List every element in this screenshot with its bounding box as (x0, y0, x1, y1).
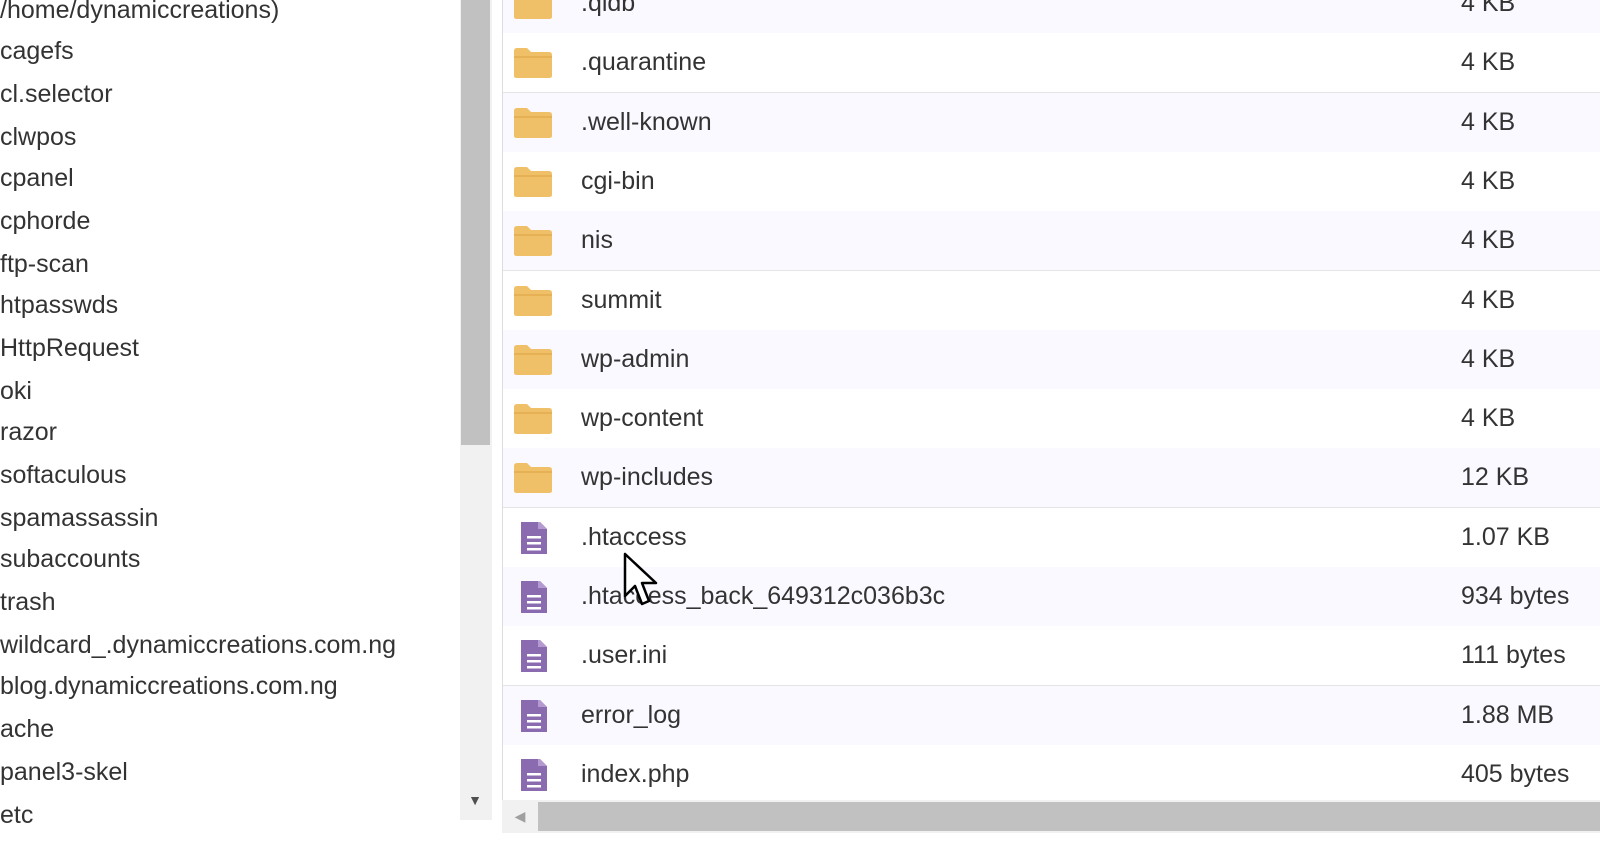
file-size: 12 KB (1461, 463, 1530, 492)
tree-item[interactable]: wildcard_.dynamiccreations.com.ng (0, 625, 396, 665)
file-name[interactable]: error_log (581, 686, 681, 745)
file-name[interactable]: .user.ini (581, 626, 667, 685)
folder-icon (513, 225, 553, 257)
tree-item[interactable]: /home/dynamiccreations) (0, 0, 279, 30)
tree-item[interactable]: cpanel (0, 158, 74, 198)
file-row[interactable]: nis 4 KB (503, 211, 1600, 272)
file-size: 934 bytes (1461, 582, 1570, 610)
bottom-strip (502, 833, 1600, 852)
tree-item[interactable]: clwpos (0, 117, 76, 157)
folder-icon (513, 166, 553, 198)
file-row[interactable]: wp-content 4 KB (503, 389, 1600, 450)
file-size: 4 KB (1461, 107, 1516, 136)
tree-item[interactable]: razor (0, 412, 57, 452)
file-row[interactable]: .user.ini 111 bytes (503, 626, 1600, 687)
file-name[interactable]: cgi-bin (581, 152, 655, 211)
file-row[interactable]: index.php 405 bytes (503, 744, 1600, 805)
file-size: 4 KB (1461, 166, 1516, 195)
folder-icon (513, 285, 553, 317)
tree-item[interactable]: ftp-scan (0, 244, 89, 284)
file-size: 4 KB (1461, 404, 1516, 433)
directory-tree: /home/dynamiccreations) cagefs cl.selector… (0, 0, 460, 852)
file-name[interactable]: .qldb (581, 0, 635, 33)
folder-icon (513, 47, 553, 79)
file-name[interactable]: wp-content (581, 389, 703, 448)
file-text-icon (513, 638, 553, 675)
file-size: 4 KB (1461, 226, 1516, 255)
file-row[interactable]: wp-includes 12 KB (503, 448, 1600, 509)
file-size: 1.88 MB (1461, 700, 1555, 729)
tree-item[interactable]: cphorde (0, 201, 90, 241)
folder-icon (513, 344, 553, 376)
tree-item[interactable]: cagefs (0, 31, 74, 71)
tree-scrollbar-thumb[interactable] (461, 0, 490, 445)
horizontal-scrollbar-thumb[interactable] (538, 802, 1600, 831)
mouse-pointer-icon (623, 552, 658, 606)
file-name[interactable]: wp-includes (581, 448, 713, 507)
file-size: 4 KB (1461, 285, 1516, 314)
tree-item[interactable]: HttpRequest (0, 328, 139, 368)
tree-item[interactable]: trash (0, 582, 56, 622)
file-text-icon (513, 697, 553, 734)
panel-divider[interactable] (492, 0, 502, 852)
file-size: 111 bytes (1461, 641, 1566, 670)
tree-item[interactable]: blog.dynamiccreations.com.ng (0, 666, 338, 706)
tree-vertical-scrollbar[interactable] (460, 0, 492, 820)
file-size: 4 KB (1461, 344, 1516, 373)
file-size: 405 bytes (1461, 759, 1570, 788)
tree-item[interactable]: cl.selector (0, 74, 113, 114)
tree-item[interactable]: etc (0, 795, 33, 835)
file-row[interactable]: error_log 1.88 MB (503, 685, 1600, 746)
file-row[interactable]: .well-known 4 KB (503, 92, 1600, 153)
tree-item[interactable]: ache (0, 709, 54, 749)
folder-icon (513, 403, 553, 435)
folder-icon (513, 107, 553, 139)
file-row[interactable]: .htaccess 1.07 KB (503, 507, 1600, 568)
file-size: 4 KB (1461, 48, 1516, 77)
file-list-horizontal-scrollbar[interactable]: ◀ (502, 800, 1600, 833)
file-text-icon (513, 579, 553, 615)
folder-icon (513, 462, 553, 494)
file-row[interactable]: .quarantine 4 KB (503, 33, 1600, 94)
file-name[interactable]: index.php (581, 745, 689, 804)
file-name[interactable]: nis (581, 211, 613, 270)
file-name[interactable]: .quarantine (581, 33, 706, 92)
tree-item[interactable]: subaccounts (0, 539, 140, 579)
tree-item[interactable]: panel3-skel (0, 752, 128, 792)
file-list: .qldb 4 KB .quarantine 4 KB .well-known 4 KB c… (502, 0, 1600, 852)
file-row[interactable]: summit 4 KB (503, 270, 1600, 331)
file-name[interactable]: wp-admin (581, 330, 689, 389)
file-row[interactable]: .htaccess_back_649312c036b3c 934 bytes (503, 567, 1600, 627)
tree-item[interactable]: htpasswds (0, 285, 118, 325)
file-row[interactable]: .qldb 4 KB (503, 0, 1600, 34)
tree-item[interactable]: spamassassin (0, 498, 158, 538)
file-text-icon (513, 756, 553, 793)
file-row[interactable]: wp-admin 4 KB (503, 329, 1600, 390)
file-name[interactable]: .well-known (581, 93, 712, 152)
file-size: 4 KB (1461, 0, 1516, 17)
tree-item[interactable]: softaculous (0, 455, 126, 495)
folder-icon (513, 0, 553, 20)
file-text-icon (513, 519, 553, 556)
tree-item[interactable]: oki (0, 371, 32, 411)
file-name[interactable]: summit (581, 271, 662, 330)
chevron-down-icon[interactable]: ▼ (464, 790, 486, 810)
chevron-left-icon[interactable]: ◀ (510, 806, 530, 826)
file-size: 1.07 KB (1461, 522, 1550, 551)
file-row[interactable]: cgi-bin 4 KB (503, 151, 1600, 212)
